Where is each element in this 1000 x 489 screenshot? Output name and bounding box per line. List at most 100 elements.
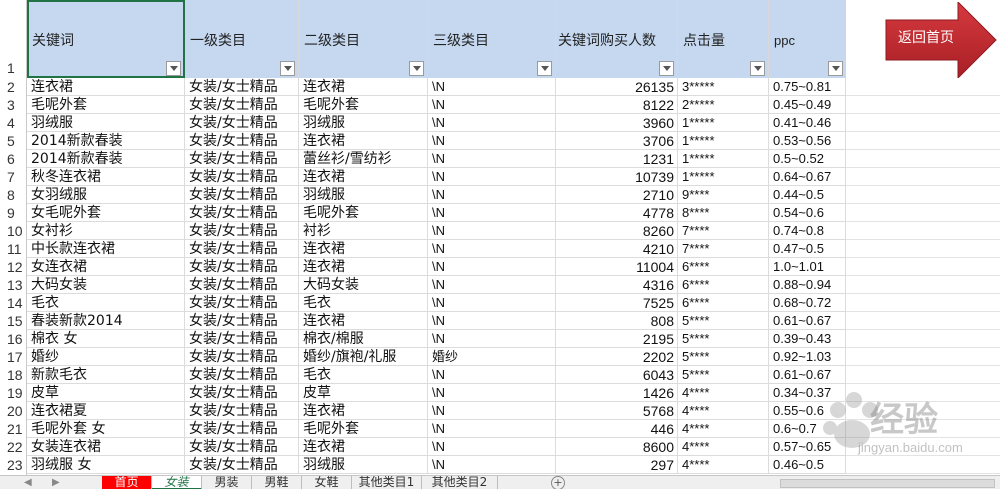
category3-cell[interactable]: \N [428,150,556,168]
clicks-cell[interactable]: 1***** [678,150,769,168]
category3-cell[interactable]: \N [428,366,556,384]
category1-cell[interactable]: 女装/女士精品 [185,438,299,456]
buyers-cell[interactable]: 8600 [556,438,678,456]
category3-cell[interactable]: 婚纱 [428,348,556,366]
buyers-cell[interactable]: 6043 [556,366,678,384]
category3-cell[interactable]: \N [428,276,556,294]
tab-womens[interactable]: 女装 [152,476,202,489]
category1-cell[interactable]: 女装/女士精品 [185,402,299,420]
buyers-cell[interactable]: 5768 [556,402,678,420]
category1-cell[interactable]: 女装/女士精品 [185,330,299,348]
category2-cell[interactable]: 连衣裙 [299,312,428,330]
horizontal-scrollbar[interactable] [780,479,995,488]
clicks-cell[interactable]: 4**** [678,402,769,420]
category2-cell[interactable]: 连衣裙 [299,258,428,276]
ppc-cell[interactable]: 0.44~0.5 [769,186,846,204]
filter-dropdown-icon[interactable] [537,61,552,76]
keyword-cell[interactable]: 春装新款2014 [27,312,185,330]
clicks-cell[interactable]: 7**** [678,240,769,258]
buyers-cell[interactable]: 1426 [556,384,678,402]
category1-cell[interactable]: 女装/女士精品 [185,366,299,384]
row-number[interactable]: 5 [0,132,26,150]
category1-cell[interactable]: 女装/女士精品 [185,186,299,204]
ppc-cell[interactable]: 0.41~0.46 [769,114,846,132]
ppc-cell[interactable]: 0.75~0.81 [769,78,846,96]
clicks-cell[interactable]: 9**** [678,186,769,204]
category2-cell[interactable]: 毛衣 [299,294,428,312]
ppc-cell[interactable]: 1.0~1.01 [769,258,846,276]
clicks-cell[interactable]: 4**** [678,420,769,438]
row-number[interactable]: 21 [0,420,26,438]
category1-cell[interactable]: 女装/女士精品 [185,294,299,312]
category2-cell[interactable]: 连衣裙 [299,240,428,258]
buyers-cell[interactable]: 2195 [556,330,678,348]
ppc-cell[interactable]: 0.92~1.03 [769,348,846,366]
keyword-cell[interactable]: 毛呢外套 女 [27,420,185,438]
keyword-cell[interactable]: 羽绒服 [27,114,185,132]
category2-cell[interactable]: 毛呢外套 [299,204,428,222]
row-number[interactable]: 11 [0,240,26,258]
tab-scroll-left-icon[interactable]: ◀ [24,477,32,488]
category1-cell[interactable]: 女装/女士精品 [185,312,299,330]
keyword-cell[interactable]: 毛呢外套 [27,96,185,114]
spreadsheet-grid[interactable]: 1 关键词 一级类目 二级类目 三级类目 关键词购买人数 点击量 ppc 连衣裙… [0,0,1000,475]
tab-other-2[interactable]: 其他类目2 [422,476,498,489]
home-button-label[interactable]: 返回首页 [884,27,968,47]
row-number-1[interactable]: 1 [0,60,26,76]
clicks-cell[interactable]: 5**** [678,312,769,330]
category2-cell[interactable]: 衬衫 [299,222,428,240]
category3-cell[interactable]: \N [428,132,556,150]
keyword-cell[interactable]: 大码女装 [27,276,185,294]
category1-cell[interactable]: 女装/女士精品 [185,240,299,258]
clicks-cell[interactable]: 3***** [678,78,769,96]
keyword-cell[interactable]: 秋冬连衣裙 [27,168,185,186]
header-cell-category3[interactable]: 三级类目 [428,0,556,78]
tab-womens-shoes[interactable]: 女鞋 [302,476,352,489]
clicks-cell[interactable]: 4**** [678,438,769,456]
filter-dropdown-icon[interactable] [409,61,424,76]
category2-cell[interactable]: 连衣裙 [299,78,428,96]
filter-dropdown-icon[interactable] [280,61,295,76]
category2-cell[interactable]: 棉衣/棉服 [299,330,428,348]
category3-cell[interactable]: \N [428,438,556,456]
buyers-cell[interactable]: 10739 [556,168,678,186]
row-number[interactable]: 16 [0,330,26,348]
buyers-cell[interactable]: 446 [556,420,678,438]
buyers-cell[interactable]: 4210 [556,240,678,258]
category3-cell[interactable]: \N [428,186,556,204]
category1-cell[interactable]: 女装/女士精品 [185,276,299,294]
category2-cell[interactable]: 连衣裙 [299,168,428,186]
buyers-cell[interactable]: 2710 [556,186,678,204]
header-cell-category1[interactable]: 一级类目 [185,0,299,78]
keyword-cell[interactable]: 毛衣 [27,294,185,312]
buyers-cell[interactable]: 3960 [556,114,678,132]
category1-cell[interactable]: 女装/女士精品 [185,222,299,240]
keyword-cell[interactable]: 女连衣裙 [27,258,185,276]
header-cell-keyword[interactable]: 关键词 [27,0,185,78]
ppc-cell[interactable]: 0.64~0.67 [769,168,846,186]
clicks-cell[interactable]: 6**** [678,294,769,312]
row-number[interactable]: 8 [0,186,26,204]
clicks-cell[interactable]: 1***** [678,168,769,186]
keyword-cell[interactable]: 棉衣 女 [27,330,185,348]
ppc-cell[interactable]: 0.53~0.56 [769,132,846,150]
category3-cell[interactable]: \N [428,258,556,276]
buyers-cell[interactable]: 3706 [556,132,678,150]
keyword-cell[interactable]: 女毛呢外套 [27,204,185,222]
clicks-cell[interactable]: 5**** [678,348,769,366]
buyers-cell[interactable]: 808 [556,312,678,330]
row-number[interactable]: 19 [0,384,26,402]
buyers-cell[interactable]: 8122 [556,96,678,114]
ppc-cell[interactable]: 0.45~0.49 [769,96,846,114]
ppc-cell[interactable]: 0.74~0.8 [769,222,846,240]
tab-mens[interactable]: 男装 [202,476,252,489]
category2-cell[interactable]: 毛呢外套 [299,96,428,114]
category1-cell[interactable]: 女装/女士精品 [185,96,299,114]
keyword-cell[interactable]: 皮草 [27,384,185,402]
buyers-cell[interactable]: 7525 [556,294,678,312]
keyword-cell[interactable]: 新款毛衣 [27,366,185,384]
ppc-cell[interactable]: 0.54~0.6 [769,204,846,222]
ppc-cell[interactable]: 0.68~0.72 [769,294,846,312]
category1-cell[interactable]: 女装/女士精品 [185,258,299,276]
category1-cell[interactable]: 女装/女士精品 [185,114,299,132]
